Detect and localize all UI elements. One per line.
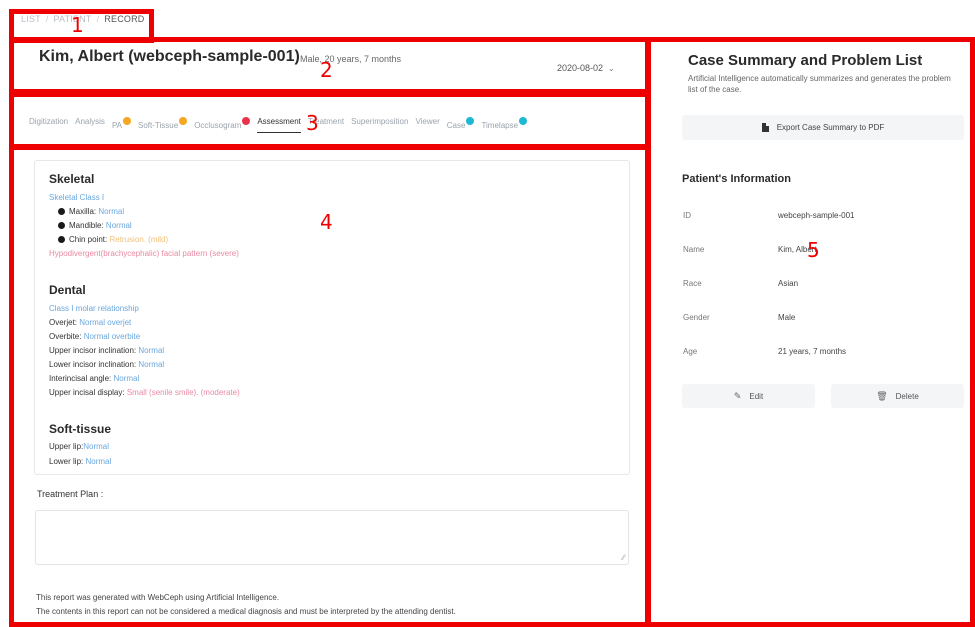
annotation-number-2: 2 [320, 58, 333, 82]
trash-icon: 🗑 [876, 390, 888, 401]
info-value-id: webceph-sample-001 [778, 211, 855, 220]
delete-label: Delete [895, 391, 919, 401]
bullet-icon [58, 222, 65, 229]
export-pdf-label: Export Case Summary to PDF [776, 123, 885, 132]
tab-superimposition[interactable]: Superimposition [351, 117, 408, 133]
edit-label: Edit [749, 391, 764, 401]
upper-incisor-inclination-item: Upper incisor inclination: Normal [49, 346, 165, 355]
patient-meta: Male, 20 years, 7 months [300, 54, 402, 64]
report-disclaimer-line1: This report was generated with WebCeph u… [36, 593, 280, 602]
record-date-value: 2020-08-02 [557, 63, 604, 73]
overjet-item: Overjet: Normal overjet [49, 318, 132, 327]
info-value-race: Asian [778, 279, 799, 288]
lower-lip-item: Lower lip: Normal [49, 457, 112, 466]
breadcrumb-separator: / [96, 14, 100, 24]
info-key-id: ID [683, 211, 691, 220]
bullet-icon [58, 236, 65, 243]
info-value-age: 21 years, 7 months [778, 347, 847, 356]
annotation-number-3: 3 [306, 111, 319, 135]
lower-incisor-inclination-item: Lower incisor inclination: Normal [49, 360, 165, 369]
record-date-select[interactable]: 2020-08-02 ⌄ [557, 63, 615, 73]
tab-analysis[interactable]: Analysis [75, 117, 105, 133]
delete-button[interactable]: 🗑 Delete [831, 384, 964, 408]
annotation-number-1: 1 [71, 13, 84, 37]
facial-pattern: Hypodivergent(brachycephalic) facial pat… [49, 249, 239, 258]
case-summary-description: Artificial Intelligence automatically su… [688, 74, 951, 94]
tab-pa[interactable]: PA [112, 117, 132, 133]
breadcrumb-list[interactable]: LIST [21, 14, 41, 24]
bullet-icon [58, 208, 65, 215]
patient-info-heading: Patient's Information [682, 173, 791, 185]
tab-notification-badge [123, 117, 132, 125]
info-value-gender: Male [778, 313, 796, 322]
breadcrumb-record[interactable]: RECORD [104, 14, 144, 24]
mandible-item: Mandible: Normal [58, 220, 132, 231]
export-pdf-button[interactable]: Export Case Summary to PDF [682, 115, 964, 140]
patient-name: Kim, Albert (webceph-sample-001) [39, 48, 300, 65]
annotation-number-4: 4 [320, 210, 333, 234]
skeletal-class: Skeletal Class I [49, 193, 105, 202]
resize-handle-icon[interactable]: ∕∕ [622, 553, 625, 562]
tab-timelapse[interactable]: Timelapse [481, 117, 528, 133]
annotation-number-5: 5 [807, 238, 820, 262]
upper-incisal-display-item: Upper incisal display: Small (senile smi… [49, 388, 240, 397]
maxilla-item: Maxilla: Normal [58, 206, 124, 217]
overbite-item: Overbite: Normal overbite [49, 332, 141, 341]
treatment-plan-textarea[interactable]: ∕∕ [35, 510, 629, 565]
molar-relationship: Class I molar relationship [49, 304, 139, 313]
edit-button[interactable]: ✎ Edit [682, 384, 815, 408]
pdf-file-icon [761, 123, 769, 132]
soft-tissue-heading: Soft-tissue [49, 422, 112, 436]
chin-point-item: Chin point: Retrusion. (mild) [58, 234, 168, 245]
chevron-down-icon: ⌄ [608, 63, 615, 73]
report-disclaimer-line2: The contents in this report can not be c… [36, 607, 456, 616]
tab-case[interactable]: Case [447, 117, 475, 133]
treatment-plan-label: Treatment Plan : [37, 489, 104, 499]
tab-soft-tissue[interactable]: Soft-Tissue [138, 117, 188, 133]
tab-digitization[interactable]: Digitization [29, 117, 68, 133]
tab-notification-badge [519, 117, 528, 125]
breadcrumb-separator: / [45, 14, 49, 24]
case-summary-title: Case Summary and Problem List [688, 52, 923, 69]
tab-notification-badge [466, 117, 475, 125]
tab-notification-badge [242, 117, 251, 125]
info-key-race: Race [683, 279, 702, 288]
analysis-tabs: Digitization Analysis PA Soft-Tissue Occ… [29, 117, 534, 133]
info-key-name: Name [683, 245, 705, 254]
info-key-age: Age [683, 347, 698, 356]
tab-assessment[interactable]: Assessment [257, 117, 301, 133]
skeletal-heading: Skeletal [49, 172, 95, 186]
interincisal-angle-item: Interincisal angle: Normal [49, 374, 140, 383]
dental-heading: Dental [49, 283, 86, 297]
tab-notification-badge [179, 117, 188, 125]
info-key-gender: Gender [683, 313, 710, 322]
tab-occlusogram[interactable]: Occlusogram [194, 117, 251, 133]
tab-viewer[interactable]: Viewer [415, 117, 439, 133]
edit-icon: ✎ [733, 390, 742, 401]
upper-lip-item: Upper lip:Normal [49, 442, 110, 451]
